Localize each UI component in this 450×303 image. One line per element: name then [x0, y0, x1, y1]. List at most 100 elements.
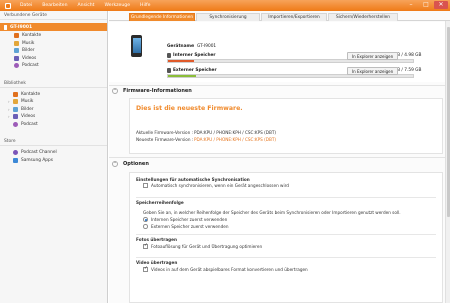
auto-sync-title: Einstellungen für automatische Synchroni… [136, 177, 250, 182]
options-box: Einstellungen für automatische Synchroni… [129, 172, 443, 303]
menu-werkzeuge[interactable]: Werkzeuge [99, 3, 135, 8]
storage-order-description: Geben Sie an, in welcher Reihenfolge der… [143, 210, 401, 215]
tab-sync[interactable]: Synchronisierung [196, 13, 260, 21]
menu-bearbeiten[interactable]: Bearbeiten [37, 3, 72, 8]
sidebar-device[interactable]: GT-I9001 [0, 23, 107, 31]
internal-storage-icon [167, 53, 171, 58]
external-first-radio-label[interactable]: Externen Speicher zuerst verwenden [151, 224, 228, 229]
main-panel: Grundlegende Informationen Synchronisier… [109, 11, 450, 303]
sidebar-item-label: Bilder [22, 48, 35, 54]
photos-title: Fotos übertragen [136, 237, 177, 242]
collapse-icon[interactable]: ⌃ [112, 88, 118, 94]
tab-bar: Grundlegende Informationen Synchronisier… [109, 11, 450, 21]
menu-datei[interactable]: Datei [15, 3, 37, 8]
options-section-header[interactable]: ⌃ Optionen [109, 160, 450, 168]
sidebar-store-samsung-apps[interactable]: Samsung Apps [0, 157, 107, 165]
tab-basic-info[interactable]: Grundlegende Informationen [129, 13, 195, 21]
contacts-icon [13, 91, 18, 97]
internal-first-radio[interactable] [143, 217, 148, 222]
sidebar-item-label: Podcast [21, 121, 38, 127]
video-convert-label[interactable]: Videos in auf dem Gerät abspielbares For… [151, 267, 308, 272]
images-icon [13, 106, 18, 112]
menu: Datei Bearbeiten Ansicht Werkzeuge Hilfe [0, 0, 155, 11]
sidebar-item-label: Bilder [21, 106, 34, 112]
videos-icon [13, 114, 18, 120]
sidebar-item-label: Samsung Apps [21, 157, 53, 163]
sidebar-device-images[interactable]: Bilder [0, 47, 107, 55]
external-storage-fill [168, 75, 197, 77]
podcast-icon [14, 63, 19, 69]
sidebar-item-label: Videos [22, 55, 37, 61]
vertical-scrollbar[interactable] [445, 21, 450, 303]
sidebar: Verbundene Geräte GT-I9001 Kontakte Musi… [0, 11, 108, 303]
external-first-radio[interactable] [143, 224, 148, 229]
app-logo-icon[interactable] [5, 2, 11, 9]
options-title: Optionen [123, 161, 149, 167]
sidebar-item-label: Videos [21, 114, 36, 120]
sidebar-item-label: Podcast Channel [21, 150, 57, 156]
sidebar-item-label: Kontakte [21, 91, 41, 97]
menu-ansicht[interactable]: Ansicht [73, 3, 100, 8]
sidebar-store-podcast-channel[interactable]: Podcast Channel [0, 149, 107, 157]
store-header: Store [0, 137, 107, 146]
tab-backup-restore[interactable]: Sichern/Wiederherstellen [328, 13, 398, 21]
music-icon [13, 99, 18, 105]
sidebar-library-contacts[interactable]: Kontakte [0, 91, 107, 99]
devices-header: Verbundene Geräte [0, 11, 107, 20]
device-name-separator: : [193, 44, 195, 49]
sidebar-library-videos[interactable]: › Videos [0, 113, 107, 121]
video-convert-checkbox[interactable] [143, 266, 148, 272]
sidebar-library-podcast[interactable]: Podcast [0, 121, 107, 129]
videos-icon [14, 55, 19, 61]
music-icon [14, 40, 19, 46]
video-title: Video übertragen [136, 260, 178, 265]
photos-optimize-label[interactable]: Fotoauflösung für Gerät und Übertragung … [151, 244, 262, 249]
device-name-label: Gerätname [167, 44, 194, 49]
podcast-icon [13, 121, 18, 127]
sidebar-item-label: Kontakte [22, 33, 42, 39]
firmware-box: Dies ist die neueste Firmware. Aktuelle … [129, 98, 443, 154]
sidebar-device-videos[interactable]: Videos [0, 55, 107, 63]
sidebar-library-music[interactable]: › Musik [0, 98, 107, 106]
show-external-in-explorer-button[interactable]: In Explorer anzeigen [347, 67, 399, 75]
internal-storage-label: Interner Speicher [173, 53, 216, 58]
current-firmware-label: Aktuelle Firmware-Version : [136, 130, 193, 135]
samsung-apps-icon [13, 157, 18, 163]
sidebar-item-label: Musik [22, 40, 35, 46]
auto-sync-checkbox-label[interactable]: Automatisch synchronisieren, wenn ein Ge… [151, 183, 289, 188]
current-firmware-value: PDA:KPU / PHONE:KPH / CSC:KPS (DBT) [194, 130, 277, 135]
device-card: Gerätname : GT-I9001 Interner Speicher 5… [109, 22, 450, 82]
internal-storage-fill [168, 60, 194, 62]
images-icon [14, 48, 19, 54]
show-internal-in-explorer-button[interactable]: In Explorer anzeigen [347, 52, 399, 60]
sidebar-item-label: Podcast [22, 63, 39, 69]
device-name-value: GT-I9001 [197, 44, 217, 49]
maximize-icon[interactable]: □ [419, 1, 433, 9]
minimize-icon[interactable]: – [404, 1, 418, 9]
firmware-title: Firmware-Informationen [123, 88, 192, 94]
sidebar-device-podcast[interactable]: Podcast [0, 62, 107, 70]
auto-sync-checkbox[interactable] [143, 183, 148, 188]
newest-firmware-label: Neueste Firmware-Version : [136, 137, 194, 142]
menu-hilfe[interactable]: Hilfe [135, 3, 155, 8]
sidebar-device-contacts[interactable]: Kontakte [0, 32, 107, 40]
device-name: GT-I9001 [10, 24, 33, 30]
firmware-status: Dies ist die neueste Firmware. [136, 105, 243, 112]
phone-icon [4, 24, 7, 30]
sidebar-device-music[interactable]: Musik [0, 40, 107, 48]
library-header: Bibliothek [0, 79, 107, 88]
photos-optimize-checkbox[interactable] [143, 243, 148, 249]
firmware-section-header[interactable]: ⌃ Firmware-Informationen [109, 87, 450, 95]
sidebar-item-label: Musik [21, 99, 34, 105]
tab-import-export[interactable]: Importieren/Exportieren [261, 13, 327, 21]
storage-order-title: Speicherreihenfolge [136, 200, 184, 205]
contacts-icon [14, 33, 19, 39]
external-storage-icon [167, 68, 171, 73]
collapse-icon[interactable]: ⌃ [112, 161, 118, 167]
menu-bar: Datei Bearbeiten Ansicht Werkzeuge Hilfe… [0, 0, 450, 11]
internal-first-radio-label[interactable]: Internen Speicher zuerst verwenden [151, 217, 227, 222]
external-storage-label: Externer Speicher [173, 68, 217, 73]
newest-firmware-value: PDA:KPU / PHONE:KPH / CSC:KPS (DBT) [194, 137, 277, 142]
close-icon[interactable]: ✕ [434, 1, 448, 9]
sidebar-library-images[interactable]: › Bilder [0, 106, 107, 114]
